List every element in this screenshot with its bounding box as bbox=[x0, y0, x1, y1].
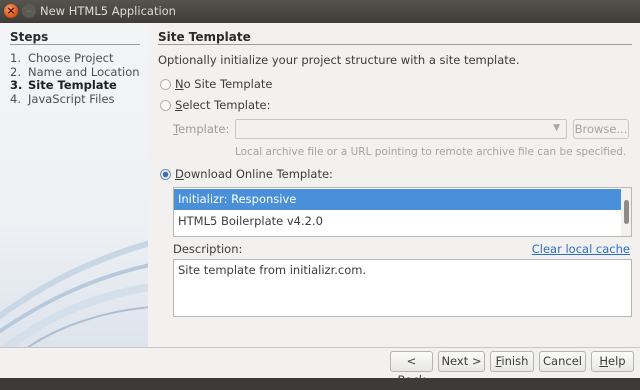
step-item-choose-project: 1. Choose Project bbox=[10, 51, 114, 65]
no-template-label[interactable]: No Site Template bbox=[175, 77, 273, 91]
back-button[interactable]: < Back bbox=[390, 351, 433, 387]
page-title: Site Template bbox=[158, 30, 251, 44]
list-item-initializr-responsive[interactable]: Initializr: Responsive bbox=[174, 189, 621, 210]
description-text-area[interactable]: Site template from initializr.com. bbox=[173, 259, 632, 317]
title-bar: × – New HTML5 Application bbox=[0, 0, 640, 23]
download-template-radio[interactable] bbox=[160, 169, 171, 180]
clear-local-cache-link[interactable]: Clear local cache bbox=[532, 242, 630, 256]
minimize-icon[interactable]: – bbox=[22, 4, 36, 18]
help-button[interactable]: Help bbox=[591, 351, 634, 372]
download-template-label[interactable]: Download Online Template: bbox=[175, 167, 333, 181]
no-template-radio[interactable] bbox=[160, 79, 171, 90]
cancel-button[interactable]: Cancel bbox=[539, 351, 586, 372]
template-combobox[interactable]: ▼ bbox=[235, 119, 567, 139]
chevron-down-icon[interactable]: ▼ bbox=[553, 123, 560, 133]
page-description: Optionally initialize your project struc… bbox=[158, 53, 520, 67]
next-button[interactable]: Next > bbox=[438, 351, 485, 372]
browse-button[interactable]: Browse... bbox=[573, 119, 629, 139]
steps-list: 1. Choose Project 2. Name and Location 3. S… bbox=[10, 51, 140, 106]
step-item-javascript-files: 4. JavaScript Files bbox=[10, 91, 115, 106]
window-title: New HTML5 Application bbox=[40, 4, 176, 18]
footer-divider bbox=[0, 347, 640, 348]
online-template-list[interactable]: Initializr: Responsive HTML5 Boilerplate… bbox=[173, 187, 632, 237]
content-panel: Site Template Optionally initialize your… bbox=[150, 23, 640, 347]
template-hint: Local archive file or a URL pointing to … bbox=[235, 146, 627, 158]
list-item-html5-boilerplate[interactable]: HTML5 Boilerplate v4.2.0 bbox=[174, 211, 621, 232]
description-label: Description: bbox=[173, 242, 243, 256]
select-template-label[interactable]: Select Template: bbox=[175, 98, 271, 112]
finish-button[interactable]: Finish bbox=[490, 351, 534, 372]
select-template-radio[interactable] bbox=[160, 100, 171, 111]
step-item-name-and-location: 2. Name and Location bbox=[10, 64, 140, 79]
steps-divider bbox=[10, 44, 140, 45]
list-scrollbar[interactable] bbox=[621, 188, 631, 236]
wizard-window: × – New HTML5 Application Steps 1. Choose… bbox=[0, 0, 640, 387]
steps-title: Steps bbox=[10, 30, 49, 44]
scrollbar-thumb[interactable] bbox=[624, 200, 629, 224]
content-divider bbox=[158, 44, 632, 45]
swoosh-decoration-icon bbox=[0, 240, 148, 347]
steps-panel: Steps 1. Choose Project 2. Name and Locati… bbox=[0, 23, 148, 347]
close-icon[interactable]: × bbox=[4, 4, 18, 18]
step-item-site-template: 3. Site Template bbox=[10, 78, 117, 92]
template-field-label: Template: bbox=[173, 122, 230, 136]
